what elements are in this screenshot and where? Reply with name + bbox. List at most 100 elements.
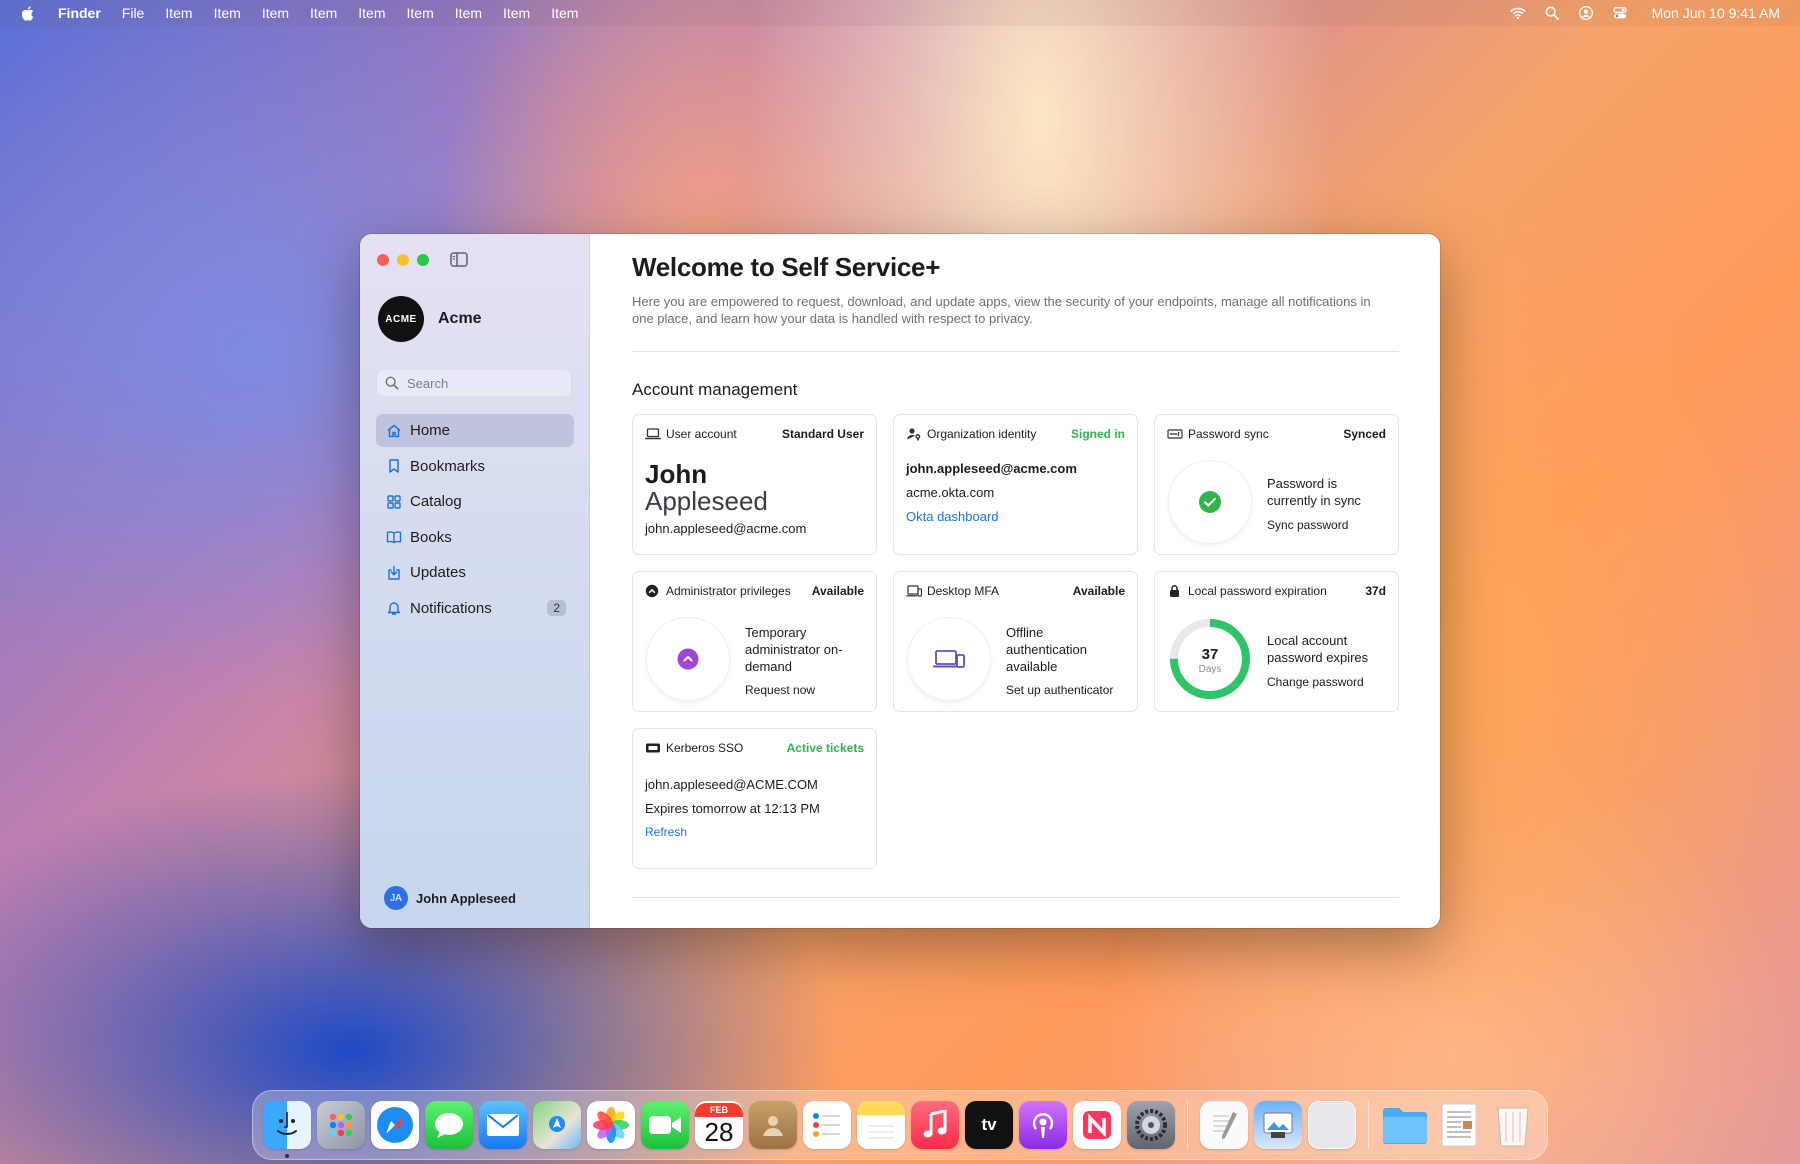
search-icon [385, 376, 399, 390]
calendar-day: 28 [704, 1117, 734, 1147]
launchpad-icon[interactable] [317, 1101, 365, 1149]
page-intro: Here you are empowered to request, downl… [632, 294, 1371, 326]
menu-clock[interactable]: Mon Jun 10 9:41 AM [1652, 5, 1780, 21]
user-first-name: John [645, 459, 708, 489]
menu-item-7[interactable]: Item [455, 5, 482, 21]
preview-icon[interactable] [1254, 1101, 1302, 1149]
apple-tv-icon[interactable]: tv [965, 1101, 1013, 1149]
download-icon [388, 565, 400, 580]
self-service-window: ACME Acme Home Bookmarks Catalog Books [360, 234, 1440, 928]
menu-bar: Finder File Item Item Item Item Item Ite… [0, 0, 1800, 26]
desktop-mfa-card[interactable]: Desktop MFA Available Offline authentica… [893, 571, 1138, 712]
password-sync-text: Password is currently in sync [1267, 476, 1361, 508]
menu-file[interactable]: File [122, 5, 145, 21]
notes-icon[interactable] [857, 1101, 905, 1149]
maps-icon[interactable] [533, 1101, 581, 1149]
okta-dashboard-link[interactable]: Okta dashboard [906, 509, 1125, 524]
request-now-link[interactable]: Request now [745, 682, 865, 699]
podcasts-icon[interactable] [1019, 1101, 1067, 1149]
calendar-icon[interactable]: FEB 28 [695, 1101, 743, 1149]
running-indicator [285, 1154, 289, 1158]
menu-extras: Mon Jun 10 9:41 AM [1510, 5, 1780, 21]
current-user[interactable]: JA John Appleseed [384, 886, 516, 910]
sidebar: ACME Acme Home Bookmarks Catalog Books [360, 234, 590, 928]
sidebar-item-updates[interactable]: Updates [376, 556, 574, 589]
card-title: Password sync [1188, 427, 1269, 441]
messages-icon[interactable] [425, 1101, 473, 1149]
grid-icon [387, 494, 401, 509]
house-icon [387, 424, 401, 437]
menu-item-8[interactable]: Item [503, 5, 530, 21]
search-input[interactable] [407, 375, 557, 391]
user-account-icon[interactable] [1578, 5, 1594, 21]
folder-icon[interactable] [1381, 1101, 1429, 1149]
search-field[interactable] [376, 369, 572, 397]
person-key-icon [907, 428, 921, 441]
apple-menu-icon[interactable] [20, 4, 38, 22]
card-title: User account [666, 427, 737, 441]
calendar-month: FEB [695, 1103, 743, 1117]
photos-icon[interactable] [587, 1101, 635, 1149]
dock-separator [1368, 1101, 1369, 1149]
password-sync-card[interactable]: Password sync Synced Password is current… [1154, 414, 1399, 555]
sidebar-toggle-icon[interactable] [450, 252, 468, 267]
sidebar-item-bookmarks[interactable]: Bookmarks [376, 450, 574, 483]
menu-item-9[interactable]: Item [551, 5, 578, 21]
kerberos-sso-card[interactable]: Kerberos SSO Active tickets john.applese… [632, 728, 877, 869]
local-password-expiration-card[interactable]: Local password expiration 37d 37 Days Lo… [1154, 571, 1399, 712]
sidebar-item-books[interactable]: Books [376, 521, 574, 554]
mfa-text: Offline authentication available [1006, 625, 1087, 674]
sidebar-item-label: Bookmarks [410, 457, 486, 475]
sidebar-item-catalog[interactable]: Catalog [376, 485, 574, 518]
reminders-icon[interactable] [803, 1101, 851, 1149]
checkmark-circle-icon [1199, 491, 1221, 513]
card-title: Local password expiration [1188, 584, 1327, 598]
minimize-button[interactable] [397, 254, 409, 266]
change-password-link[interactable]: Change password [1267, 674, 1387, 691]
textedit-icon[interactable] [1200, 1101, 1248, 1149]
user-email: john.appleseed@acme.com [645, 521, 807, 536]
sidebar-item-notifications[interactable]: Notifications 2 [376, 592, 574, 625]
account-cards-grid: User account Standard User John Applesee… [632, 414, 1399, 869]
news-icon[interactable] [1073, 1101, 1121, 1149]
sidebar-item-home[interactable]: Home [376, 414, 574, 447]
dock: FEB 28 tv [252, 1090, 1548, 1160]
days-remaining-number: 37 [1202, 646, 1219, 663]
trash-icon[interactable] [1489, 1101, 1537, 1149]
org-email: john.appleseed@acme.com [906, 461, 1077, 476]
user-account-card[interactable]: User account Standard User John Applesee… [632, 414, 877, 555]
wifi-icon[interactable] [1510, 5, 1526, 21]
set-up-authenticator-link[interactable]: Set up authenticator [1006, 682, 1136, 699]
menu-item-1[interactable]: Item [165, 5, 192, 21]
menu-item-4[interactable]: Item [310, 5, 337, 21]
music-icon[interactable] [911, 1101, 959, 1149]
menu-item-3[interactable]: Item [262, 5, 289, 21]
menu-app-finder[interactable]: Finder [58, 5, 101, 21]
status-badge: Available [811, 584, 864, 598]
control-center-icon[interactable] [1612, 5, 1628, 21]
facetime-icon[interactable] [641, 1101, 689, 1149]
password-field-icon [1167, 429, 1183, 439]
zoom-button[interactable] [417, 254, 429, 266]
apple-tv-label: tv [981, 1115, 997, 1134]
close-button[interactable] [377, 254, 389, 266]
administrator-privileges-card[interactable]: Administrator privileges Available Tempo… [632, 571, 877, 712]
menu-item-2[interactable]: Item [214, 5, 241, 21]
window-controls [377, 254, 429, 266]
spotlight-search-icon[interactable] [1544, 5, 1560, 21]
system-settings-icon[interactable] [1127, 1101, 1175, 1149]
document-icon[interactable] [1435, 1101, 1483, 1149]
menu-item-5[interactable]: Item [358, 5, 385, 21]
contacts-icon[interactable] [749, 1101, 797, 1149]
organization-identity-card[interactable]: Organization identity Signed in john.app… [893, 414, 1138, 555]
org-domain: acme.okta.com [906, 485, 995, 500]
mail-icon[interactable] [479, 1101, 527, 1149]
menu-item-6[interactable]: Item [407, 5, 434, 21]
blank-app-icon[interactable] [1308, 1101, 1356, 1149]
finder-icon[interactable] [263, 1101, 311, 1158]
sync-password-link[interactable]: Sync password [1267, 517, 1387, 534]
safari-icon[interactable] [371, 1101, 419, 1149]
status-badge: Available [1072, 584, 1125, 598]
refresh-tickets-link[interactable]: Refresh [645, 825, 864, 839]
ticket-icon [646, 743, 660, 753]
